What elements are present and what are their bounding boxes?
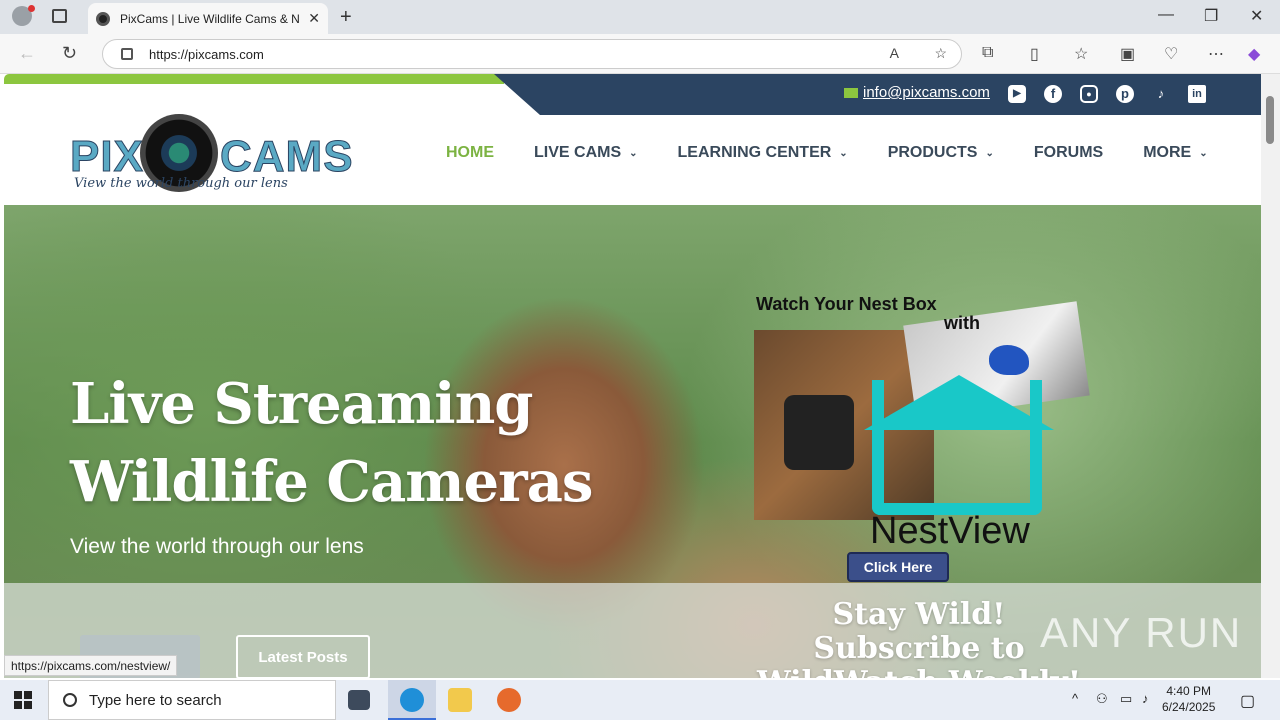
browser-essentials-icon[interactable]: ♡ [1164, 44, 1178, 64]
hero-title: Live Streaming Wildlife Cameras [70, 371, 593, 515]
linkedin-icon[interactable]: in [1188, 85, 1206, 103]
nav-live-cams[interactable]: LIVE CAMS ⌄ [534, 144, 638, 162]
anyrun-watermark: ANY RUN [1040, 609, 1243, 656]
nav-products[interactable]: PRODUCTS ⌄ [888, 144, 994, 162]
nav-learning-center[interactable]: LEARNING CENTER ⌄ [678, 144, 848, 162]
facebook-icon[interactable]: f [1044, 85, 1062, 103]
camera-image [784, 395, 854, 470]
minimize-icon[interactable]: — [1158, 6, 1174, 24]
nav-home[interactable]: HOME [446, 144, 494, 162]
logo-text-left: PIX [70, 132, 144, 182]
edge-browser-icon[interactable] [400, 688, 424, 712]
close-window-icon[interactable]: ✕ [1250, 6, 1263, 26]
notification-dot [28, 5, 35, 12]
network-icon[interactable]: ▭ [1120, 691, 1132, 707]
file-explorer-icon[interactable] [448, 688, 472, 712]
scrollbar-thumb[interactable] [1266, 96, 1274, 144]
nav-forums[interactable]: FORUMS [1034, 144, 1103, 162]
chevron-down-icon: ⌄ [839, 147, 848, 159]
split-screen-icon[interactable]: ▯ [1030, 44, 1039, 64]
promo-heading: Watch Your Nest Box [756, 294, 937, 314]
browser-toolbar: ← ↻ https://pixcams.com A ☆ ⧉ ▯ ☆ ▣ ♡ ⋯ … [0, 34, 1280, 74]
main-nav: HOME LIVE CAMS ⌄ LEARNING CENTER ⌄ PRODUCT… [446, 144, 1248, 162]
browser-tabbar: PixCams | Live Wildlife Cams & Na ✕ + — … [0, 0, 1280, 34]
device-icon[interactable]: ⚇ [1096, 691, 1108, 707]
notifications-icon[interactable]: ▢ [1240, 691, 1255, 711]
new-tab-icon[interactable]: + [340, 6, 352, 29]
pinterest-icon[interactable]: p [1116, 85, 1134, 103]
favorite-star-icon[interactable]: ☆ [934, 45, 947, 62]
logo-tagline: View the world through our lens [74, 176, 288, 191]
url-text: https://pixcams.com [149, 46, 264, 62]
taskbar-clock[interactable]: 4:40 PM 6/24/2025 [1162, 683, 1215, 715]
browser-tab-active[interactable]: PixCams | Live Wildlife Cams & Na ✕ [88, 3, 328, 34]
page-scrollbar[interactable] [1261, 74, 1280, 678]
email-text: info@pixcams.com [863, 84, 990, 101]
instagram-icon[interactable]: ● [1080, 85, 1098, 103]
extensions-icon[interactable]: ⧉ [982, 44, 993, 62]
search-icon [63, 693, 77, 707]
promo-heading-with: with [944, 313, 980, 333]
refresh-icon[interactable]: ↻ [62, 43, 77, 64]
windows-start-icon[interactable] [14, 691, 32, 709]
chevron-down-icon: ⌄ [629, 147, 638, 159]
header-accent-strip [4, 74, 504, 84]
show-hidden-icons-icon[interactable]: ^ [1072, 691, 1078, 706]
logo-text-right: CAMS [220, 132, 354, 182]
chevron-down-icon: ⌄ [985, 147, 994, 159]
email-link[interactable]: info@pixcams.com [844, 84, 990, 101]
bluebird-image [989, 345, 1029, 375]
windows-taskbar: Type here to search ^ ⚇ ▭ ♪ 4:40 PM 6/24… [0, 680, 1280, 720]
address-bar[interactable]: https://pixcams.com A ☆ [102, 39, 962, 69]
latest-posts-button[interactable]: Latest Posts [236, 635, 370, 678]
copilot-icon[interactable]: ◆ [1248, 44, 1260, 64]
envelope-icon [844, 87, 858, 98]
collections-icon[interactable]: ▣ [1120, 44, 1135, 64]
restore-icon[interactable]: ❐ [1204, 6, 1218, 26]
back-icon[interactable]: ← [18, 43, 36, 64]
youtube-icon[interactable]: ▶ [1008, 85, 1026, 103]
tab-actions-icon[interactable] [52, 9, 67, 23]
favorites-icon[interactable]: ☆ [1074, 44, 1088, 64]
taskbar-search[interactable]: Type here to search [48, 680, 336, 720]
site-logo[interactable]: PIX CAMS View the world through our lens [70, 112, 353, 196]
pixcams-favicon-icon [96, 11, 110, 26]
volume-icon[interactable]: ♪ [1142, 691, 1149, 706]
close-tab-icon[interactable]: ✕ [308, 10, 320, 27]
status-bar-url: https://pixcams.com/nestview/ [4, 655, 178, 676]
tiktok-icon[interactable]: ♪ [1152, 85, 1170, 103]
nestview-logo-icon [872, 380, 1042, 515]
nestview-click-here-button[interactable]: Click Here [847, 552, 949, 582]
more-options-icon[interactable]: ⋯ [1208, 44, 1224, 64]
site-info-icon[interactable] [121, 48, 133, 60]
nav-more[interactable]: MORE ⌄ [1143, 144, 1207, 162]
webpage: info@pixcams.com ▶ f ● p ♪ in PIX CAMS V… [4, 74, 1261, 678]
read-aloud-icon[interactable]: A [890, 45, 899, 61]
chevron-down-icon: ⌄ [1199, 147, 1208, 159]
search-placeholder: Type here to search [89, 691, 222, 709]
subscribe-heading: Stay Wild! Subscribe to WildWatch Weekly… [757, 597, 1081, 679]
task-view-icon[interactable] [348, 690, 370, 710]
tab-title: PixCams | Live Wildlife Cams & Na [120, 11, 300, 26]
hero-subtitle: View the world through our lens [70, 535, 364, 558]
firefox-icon[interactable] [497, 688, 521, 712]
nestview-brand: NestView [870, 510, 1030, 552]
